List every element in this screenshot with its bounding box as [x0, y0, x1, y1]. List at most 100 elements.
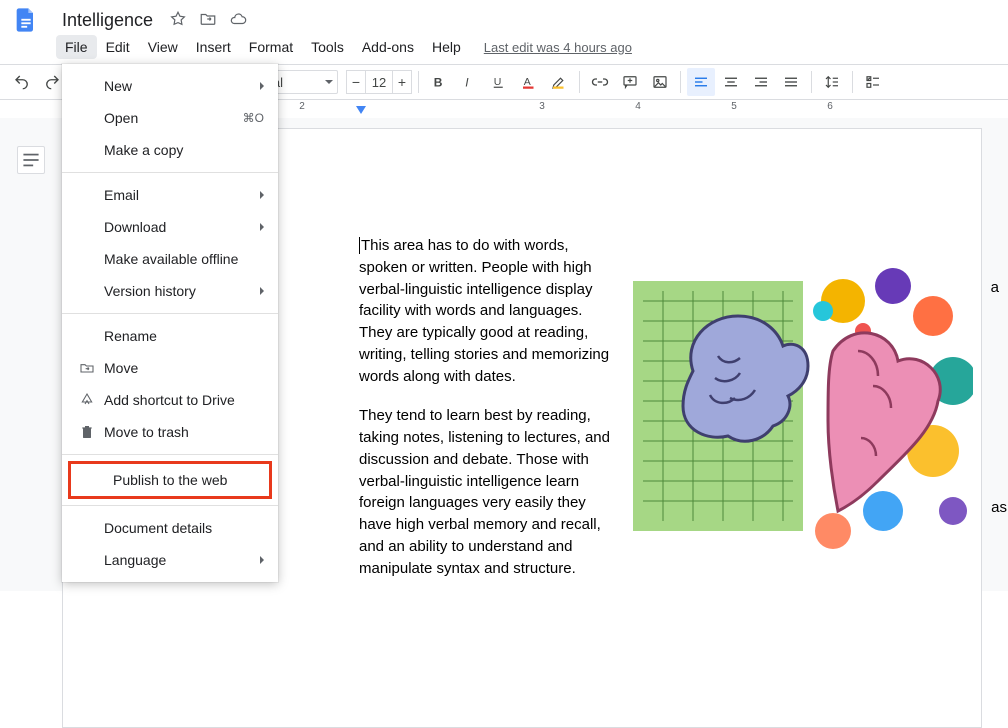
line-spacing-button[interactable]: [818, 68, 846, 96]
label: Move: [104, 360, 138, 376]
docs-logo[interactable]: [8, 2, 44, 38]
highlight-color-button[interactable]: [545, 68, 573, 96]
insert-image-button[interactable]: [646, 68, 674, 96]
paragraph: This area has to do with words, spoken o…: [359, 237, 609, 385]
separator: [418, 71, 419, 93]
chevron-right-icon: [260, 191, 264, 199]
menu-tools[interactable]: Tools: [302, 35, 353, 59]
move-folder-icon[interactable]: [199, 10, 217, 31]
separator: [852, 71, 853, 93]
file-menu-publish-highlight: Publish to the web: [68, 461, 272, 499]
ruler-mark: 3: [539, 101, 545, 112]
label: Make a copy: [104, 142, 183, 158]
italic-button[interactable]: I: [455, 68, 483, 96]
indent-marker[interactable]: [356, 106, 366, 114]
paragraph: They tend to learn best by reading, taki…: [359, 405, 619, 579]
label: Rename: [104, 328, 157, 344]
label: Document details: [104, 520, 212, 536]
file-menu-add-shortcut[interactable]: Add shortcut to Drive: [62, 384, 278, 416]
document-body[interactable]: This area has to do with words, spoken o…: [359, 235, 619, 579]
text-fragment: as: [991, 499, 1007, 516]
file-menu-publish[interactable]: Publish to the web: [71, 464, 269, 496]
separator: [62, 505, 278, 506]
separator: [62, 454, 278, 455]
title-bar: Intelligence: [0, 0, 1008, 34]
text-fragment: a: [991, 279, 999, 296]
file-menu-details[interactable]: Document details: [62, 512, 278, 544]
document-outline-button[interactable]: [17, 146, 45, 174]
file-menu-download[interactable]: Download: [62, 211, 278, 243]
label: New: [104, 78, 132, 94]
align-left-button[interactable]: [687, 68, 715, 96]
font-size-decrease[interactable]: −: [346, 70, 366, 94]
separator: [62, 313, 278, 314]
file-menu-rename[interactable]: Rename: [62, 320, 278, 352]
file-menu-move[interactable]: Move: [62, 352, 278, 384]
file-menu-email[interactable]: Email: [62, 179, 278, 211]
document-title[interactable]: Intelligence: [56, 8, 159, 33]
align-center-button[interactable]: [717, 68, 745, 96]
menu-edit[interactable]: Edit: [97, 35, 139, 59]
file-menu-make-copy[interactable]: Make a copy: [62, 134, 278, 166]
chevron-down-icon: [325, 80, 333, 84]
align-justify-button[interactable]: [777, 68, 805, 96]
label: Version history: [104, 283, 196, 299]
chevron-right-icon: [260, 287, 264, 295]
font-size-value[interactable]: 12: [366, 70, 392, 94]
menu-view[interactable]: View: [139, 35, 187, 59]
chevron-right-icon: [260, 556, 264, 564]
separator: [680, 71, 681, 93]
label: Move to trash: [104, 424, 189, 440]
checklist-button[interactable]: [859, 68, 887, 96]
font-size-stepper: − 12 +: [346, 70, 412, 94]
insert-link-button[interactable]: [586, 68, 614, 96]
label: Download: [104, 219, 166, 235]
ruler-mark: 4: [635, 101, 641, 112]
menu-file[interactable]: File: [56, 35, 97, 59]
label: Make available offline: [104, 251, 238, 267]
cloud-status-icon[interactable]: [229, 10, 247, 31]
ruler-mark: 6: [827, 101, 833, 112]
align-right-button[interactable]: [747, 68, 775, 96]
brain-heart-image[interactable]: [633, 261, 973, 561]
left-rail: [0, 118, 62, 591]
menu-format[interactable]: Format: [240, 35, 302, 59]
shortcut: ⌘O: [243, 111, 264, 125]
text-color-button[interactable]: A: [515, 68, 543, 96]
trash-icon: [76, 424, 98, 440]
menu-addons[interactable]: Add-ons: [353, 35, 423, 59]
svg-text:I: I: [465, 76, 469, 90]
svg-text:U: U: [494, 76, 502, 88]
file-menu-language[interactable]: Language: [62, 544, 278, 576]
insert-comment-button[interactable]: [616, 68, 644, 96]
docs-icon: [12, 6, 40, 34]
file-menu-new[interactable]: New: [62, 70, 278, 102]
svg-text:A: A: [524, 76, 531, 88]
last-edit-link[interactable]: Last edit was 4 hours ago: [484, 40, 632, 55]
drive-shortcut-icon: [76, 392, 98, 408]
menu-bar: File Edit View Insert Format Tools Add-o…: [0, 34, 1008, 60]
undo-button[interactable]: [8, 68, 36, 96]
label: Open: [104, 110, 138, 126]
separator: [579, 71, 580, 93]
label: Language: [104, 552, 166, 568]
menu-insert[interactable]: Insert: [187, 35, 240, 59]
file-menu-version-history[interactable]: Version history: [62, 275, 278, 307]
file-menu-dropdown: New Open ⌘O Make a copy Email Download M…: [62, 64, 278, 582]
underline-button[interactable]: U: [485, 68, 513, 96]
file-menu-trash[interactable]: Move to trash: [62, 416, 278, 448]
file-menu-open[interactable]: Open ⌘O: [62, 102, 278, 134]
label: Publish to the web: [113, 472, 227, 488]
ruler-mark: 2: [299, 101, 305, 112]
label: Add shortcut to Drive: [104, 392, 235, 408]
star-icon[interactable]: [169, 10, 187, 31]
file-menu-offline[interactable]: Make available offline: [62, 243, 278, 275]
ruler-mark: 5: [731, 101, 737, 112]
chevron-right-icon: [260, 223, 264, 231]
chevron-right-icon: [260, 82, 264, 90]
separator: [62, 172, 278, 173]
menu-help[interactable]: Help: [423, 35, 470, 59]
label: Email: [104, 187, 139, 203]
bold-button[interactable]: B: [425, 68, 453, 96]
font-size-increase[interactable]: +: [392, 70, 412, 94]
